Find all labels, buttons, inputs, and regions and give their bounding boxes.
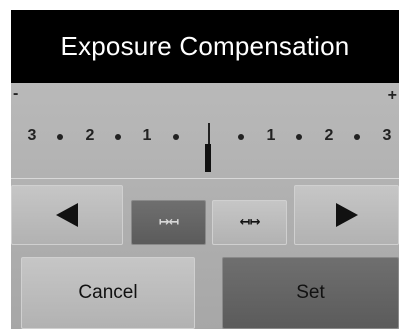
cancel-button[interactable]: Cancel xyxy=(21,257,195,329)
cancel-button-label: Cancel xyxy=(78,282,138,303)
scale-label-left-1: 1 xyxy=(142,127,152,144)
action-row: Cancel Set xyxy=(11,257,399,329)
scale-label-right-3: 3 xyxy=(382,127,392,144)
exposure-compensation-dialog: Exposure Compensation - + 3 2 1 1 2 3 ↦↤… xyxy=(0,0,399,329)
dialog-content: - + 3 2 1 1 2 3 ↦↤ ↤↦ Cancel Set xyxy=(11,83,399,329)
scale-label-right-1: 1 xyxy=(266,127,276,144)
scale-label-left-2: 2 xyxy=(85,127,95,144)
scale-dot xyxy=(238,134,244,140)
scale-label-left-3: 3 xyxy=(27,127,37,144)
expand-step-icon: ↤↦ xyxy=(239,215,261,230)
collapse-step-icon: ↦↤ xyxy=(158,215,180,230)
scale-minus-sign: - xyxy=(13,85,19,102)
scale-label-right-2: 2 xyxy=(324,127,334,144)
set-button-label: Set xyxy=(296,282,325,303)
arrow-left-icon xyxy=(56,203,78,227)
scale-dot xyxy=(296,134,302,140)
dialog-title: Exposure Compensation xyxy=(11,10,399,83)
scale-center-tick xyxy=(208,123,210,145)
scale-dot xyxy=(57,134,63,140)
scale-plus-sign: + xyxy=(387,87,397,104)
set-button[interactable]: Set xyxy=(222,257,399,329)
arrow-right-icon xyxy=(335,203,358,227)
step-left-button[interactable] xyxy=(11,185,123,245)
collapse-step-button[interactable]: ↦↤ xyxy=(131,200,206,245)
exposure-scale[interactable]: - + 3 2 1 1 2 3 xyxy=(11,83,399,179)
scale-dot xyxy=(354,134,360,140)
navigation-row: ↦↤ ↤↦ xyxy=(11,185,399,245)
expand-step-button[interactable]: ↤↦ xyxy=(212,200,287,245)
step-right-button[interactable] xyxy=(294,185,399,245)
scale-dot xyxy=(115,134,121,140)
scale-dot xyxy=(173,134,179,140)
exposure-indicator[interactable] xyxy=(205,144,211,172)
